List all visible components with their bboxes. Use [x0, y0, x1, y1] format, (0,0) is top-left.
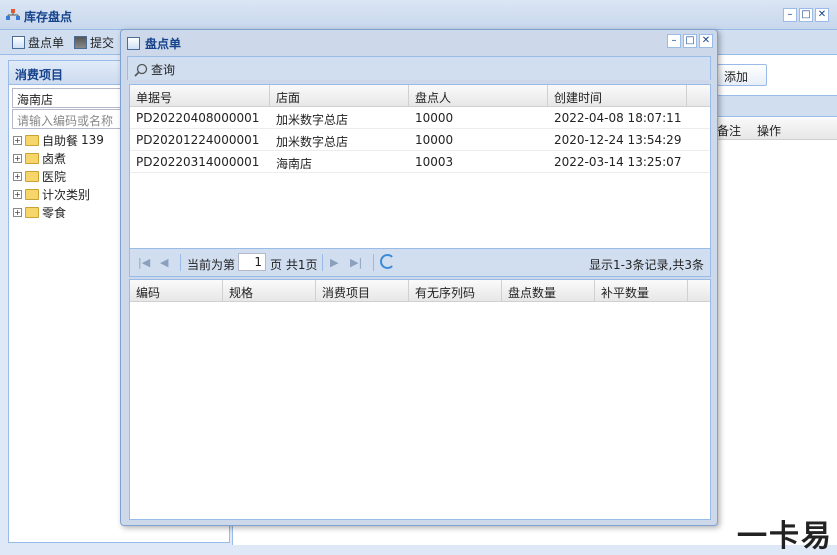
dialog-close-button[interactable]: ✕ [699, 34, 713, 48]
col-spec[interactable]: 规格 [223, 280, 316, 301]
dialog-titlebar: 盘点单 [127, 35, 181, 52]
col-adjust[interactable]: 补平数量 [595, 280, 688, 301]
app-icon [6, 9, 20, 20]
add-button[interactable]: 添加 [717, 64, 767, 86]
submit-button[interactable]: 提交 [74, 34, 114, 51]
cell-checker: 10003 [415, 155, 454, 169]
cell-created: 2020-12-24 13:54:29 [554, 133, 682, 147]
folder-icon [25, 206, 39, 218]
cell-checker: 10000 [415, 111, 454, 125]
grid-header: 单据号 店面 盘点人 创建时间 [130, 85, 710, 107]
col-created[interactable]: 创建时间 [548, 85, 687, 106]
first-page-icon[interactable]: |◀ [138, 256, 150, 269]
prev-page-icon[interactable]: ◀ [160, 256, 168, 269]
col-doc-no[interactable]: 单据号 [130, 85, 270, 106]
expand-icon[interactable]: + [13, 189, 22, 199]
window-title: 库存盘点 [24, 10, 73, 24]
col-remark: 备注 [717, 124, 742, 138]
folder-icon [25, 152, 39, 164]
maximize-button[interactable]: □ [799, 8, 813, 22]
cell-doc-no: PD20220408000001 [136, 111, 260, 125]
table-row[interactable]: PD20220314000001 海南店 10003 2022-03-14 13… [130, 151, 710, 173]
inventory-grid: 单据号 店面 盘点人 创建时间 PD20220408000001 加米数字总店 … [129, 84, 711, 249]
folder-icon [25, 188, 39, 200]
form-icon [12, 36, 25, 49]
tree-node[interactable]: + 计次类别 [13, 185, 104, 203]
minimize-button[interactable]: – [783, 8, 797, 22]
tree-node[interactable]: + 零食 [13, 203, 104, 221]
cell-checker: 10000 [415, 133, 454, 147]
query-label: 查询 [151, 63, 176, 77]
dialog-toolbar: 查询 [127, 56, 711, 80]
pager-label-after: 页 共1页 [270, 258, 318, 272]
expand-icon[interactable]: + [13, 135, 22, 145]
dialog-title: 盘点单 [145, 37, 182, 51]
col-count[interactable]: 盘点数量 [502, 280, 595, 301]
next-page-icon[interactable]: ▶ [330, 256, 338, 269]
category-tree: + 自助餐 139 + 卤煮 + 医院 + 计次类别 + 零食 [13, 131, 104, 221]
pagination-bar: |◀ ◀ 当前为第 1 页 共1页 ▶ ▶| 显示1-3条记录,共3条 [129, 249, 711, 277]
cell-store: 加米数字总店 [276, 113, 349, 127]
inventory-list-label: 盘点单 [28, 36, 65, 50]
folder-icon [25, 170, 39, 182]
col-store[interactable]: 店面 [270, 85, 409, 106]
tree-node-label: 自助餐 [42, 133, 79, 148]
save-icon [74, 36, 87, 49]
col-checker[interactable]: 盘点人 [409, 85, 548, 106]
refresh-icon[interactable] [380, 254, 395, 269]
tree-node-label: 计次类别 [42, 187, 91, 202]
tree-node[interactable]: + 医院 [13, 167, 104, 185]
submit-label: 提交 [90, 36, 115, 50]
col-action: 操作 [757, 124, 782, 138]
cell-created: 2022-03-14 13:25:07 [554, 155, 682, 169]
tree-node-count: 139 [81, 133, 104, 147]
col-code[interactable]: 编码 [130, 280, 223, 301]
pager-summary: 显示1-3条记录,共3条 [588, 258, 704, 272]
dialog-minimize-button[interactable]: – [667, 34, 681, 48]
tree-node-label: 零食 [42, 205, 67, 220]
table-row[interactable]: PD20220408000001 加米数字总店 10000 2022-04-08… [130, 107, 710, 129]
last-page-icon[interactable]: ▶| [350, 256, 362, 269]
folder-icon [25, 134, 39, 146]
page-number-input[interactable]: 1 [238, 253, 266, 271]
tree-node-label: 医院 [42, 169, 67, 184]
detail-grid: 编码 规格 消费项目 有无序列码 盘点数量 补平数量 [129, 279, 711, 520]
col-item[interactable]: 消费项目 [316, 280, 409, 301]
table-row[interactable]: PD20201224000001 加米数字总店 10000 2020-12-24… [130, 129, 710, 151]
cell-doc-no: PD20201224000001 [136, 133, 260, 147]
dialog-maximize-button[interactable]: □ [683, 34, 697, 48]
grid-header: 编码 规格 消费项目 有无序列码 盘点数量 补平数量 [130, 280, 710, 302]
form-icon [127, 37, 140, 50]
close-button[interactable]: ✕ [815, 8, 829, 22]
cell-created: 2022-04-08 18:07:11 [554, 111, 682, 125]
expand-icon[interactable]: + [13, 207, 22, 217]
query-button[interactable]: 查询 [134, 61, 175, 78]
cell-doc-no: PD20220314000001 [136, 155, 260, 169]
inventory-dialog: 盘点单 – □ ✕ 查询 单据号 店面 盘点人 创建时间 PD202204080… [120, 29, 718, 526]
tree-node[interactable]: + 卤煮 [13, 149, 104, 167]
expand-icon[interactable]: + [13, 171, 22, 181]
tree-node-label: 卤煮 [42, 151, 67, 166]
expand-icon[interactable]: + [13, 153, 22, 163]
pager-label-before: 当前为第 [187, 258, 236, 272]
window-titlebar: 库存盘点 – □ ✕ [0, 0, 837, 30]
watermark-logo: 一卡易 [737, 519, 833, 554]
cell-store: 加米数字总店 [276, 135, 349, 149]
tree-node[interactable]: + 自助餐 139 [13, 131, 104, 149]
cell-store: 海南店 [276, 157, 313, 171]
search-icon [134, 63, 148, 77]
col-serial[interactable]: 有无序列码 [409, 280, 502, 301]
inventory-list-button[interactable]: 盘点单 [12, 34, 64, 51]
